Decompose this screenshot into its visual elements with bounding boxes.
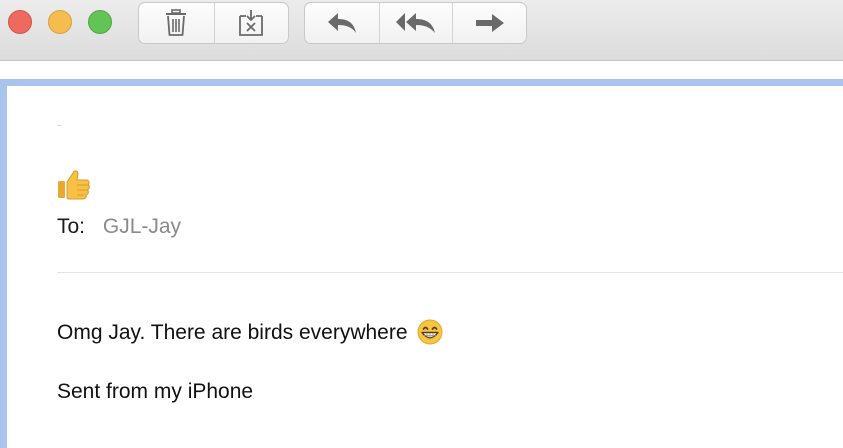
delete-button-group: [138, 2, 289, 44]
junk-button[interactable]: [213, 3, 289, 43]
reply-icon: [327, 13, 356, 33]
close-window-button[interactable]: [8, 10, 32, 34]
delete-button[interactable]: [139, 3, 214, 43]
thumbs-up-emoji: [58, 170, 90, 200]
maximize-window-button[interactable]: [88, 10, 112, 34]
reply-all-icon: [395, 13, 435, 33]
sender-placeholder: [57, 125, 61, 126]
to-label: To:: [57, 215, 86, 238]
selection-indicator-top: [0, 79, 843, 86]
trash-icon: [166, 9, 187, 36]
recipient-row: To: GJL-Jay: [57, 214, 181, 240]
selection-indicator-left: [0, 79, 7, 448]
body-text: Omg Jay. There are birds everywhere: [57, 321, 408, 344]
title-bar: [0, 0, 843, 61]
message-body-line: Omg Jay. There are birds everywhere: [57, 319, 443, 346]
reply-button[interactable]: [305, 3, 379, 43]
junk-icon: [239, 10, 264, 36]
reply-all-button[interactable]: [378, 3, 453, 43]
grinning-face-emoji: [417, 319, 443, 345]
recipient-name[interactable]: GJL-Jay: [103, 215, 181, 238]
header-divider: [57, 272, 843, 273]
minimize-window-button[interactable]: [48, 10, 72, 34]
forward-button[interactable]: [452, 3, 526, 43]
forward-icon: [475, 14, 504, 32]
reply-button-group: [304, 2, 527, 44]
signature-line: Sent from my iPhone: [57, 380, 254, 403]
message-view: To: GJL-Jay Omg Jay. There are birds eve…: [7, 86, 843, 448]
